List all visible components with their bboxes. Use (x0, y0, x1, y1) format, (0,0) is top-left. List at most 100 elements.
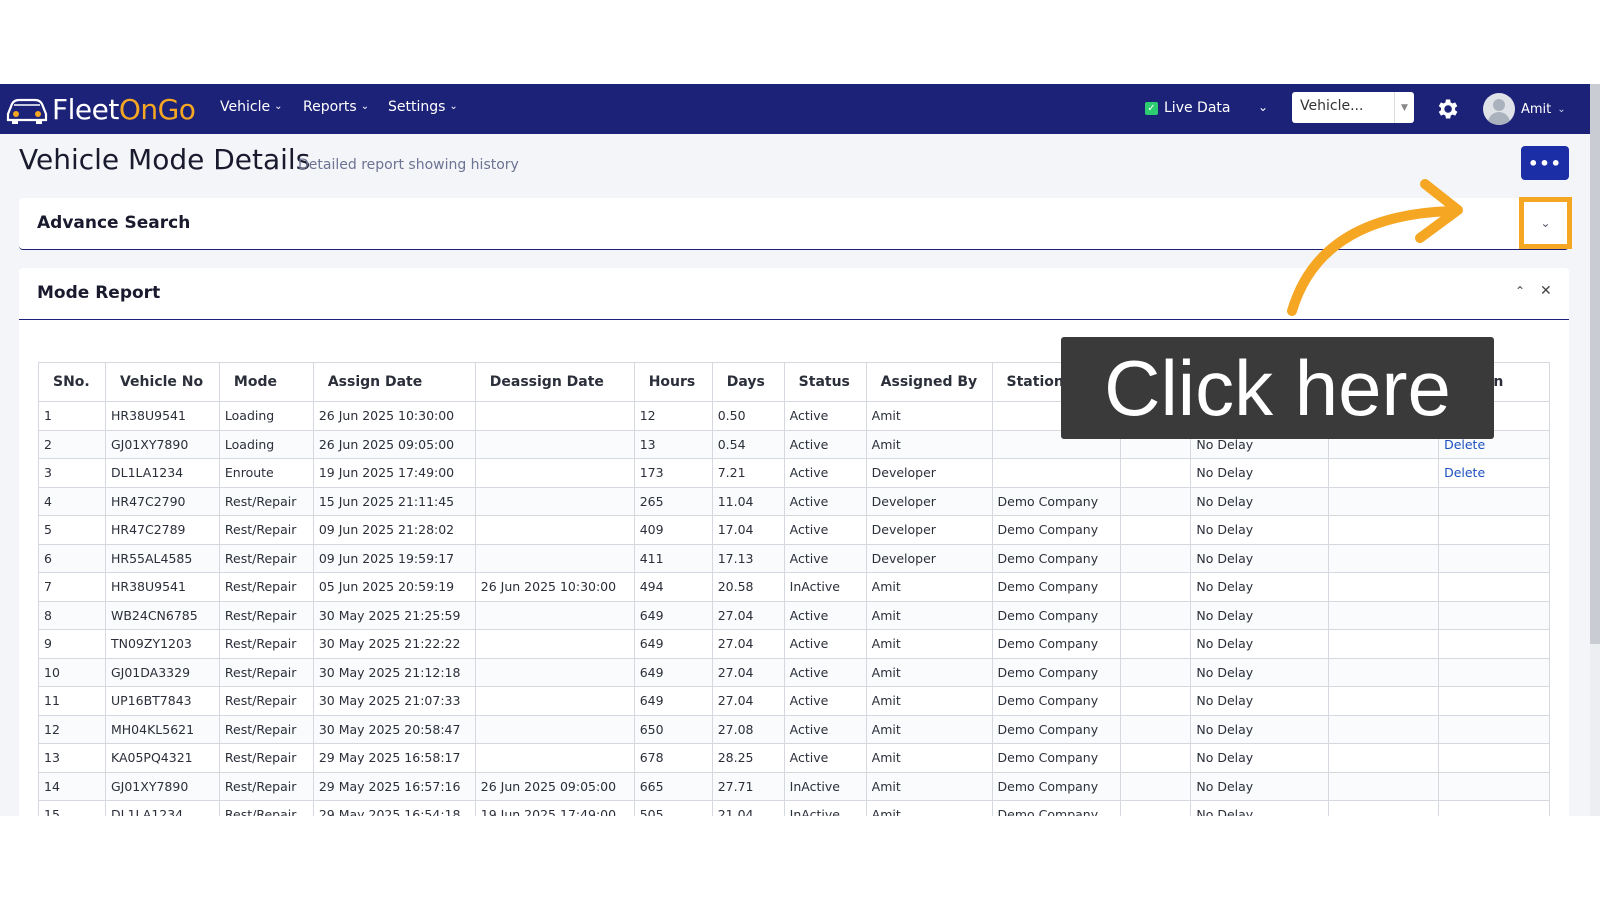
table-cell: No Delay (1190, 800, 1330, 816)
table-cell: 27.04 (711, 629, 785, 659)
dropdown-arrow-icon[interactable]: ▼ (1394, 92, 1414, 123)
column-header[interactable]: Hours (633, 362, 713, 402)
table-cell: Active (783, 657, 867, 687)
column-header[interactable]: Assigned By (865, 362, 993, 402)
table-cell: InActive (783, 800, 867, 816)
table-cell: 650 (633, 714, 713, 744)
live-data-toggle[interactable]: ✓ Live Data (1145, 100, 1230, 116)
table-cell (474, 657, 635, 687)
column-header[interactable]: SNo. (38, 362, 106, 402)
table-cell: DL1LA1234 (104, 800, 220, 816)
table-cell (1438, 486, 1550, 516)
table-cell (1120, 572, 1192, 602)
mode-report-title: Mode Report (37, 283, 161, 303)
table-cell: 12 (633, 401, 713, 431)
table-cell: 30 May 2025 20:58:47 (312, 714, 476, 744)
table-cell: Active (783, 486, 867, 516)
table-cell: Demo Company (991, 600, 1122, 630)
table-cell: HR47C2789 (104, 515, 220, 545)
table-cell: 26 Jun 2025 10:30:00 (474, 572, 635, 602)
table-cell (474, 686, 635, 716)
table-row: 6 HR55AL4585 Rest/Repair 09 Jun 2025 19:59:… (38, 543, 1550, 573)
more-options-button[interactable]: ••• (1521, 146, 1569, 180)
vehicle-select-value: Vehicle... (1300, 98, 1364, 114)
table-cell: Amit (865, 600, 993, 630)
delete-link[interactable]: Delete (1444, 465, 1485, 480)
table-cell: 28.25 (711, 743, 785, 773)
table-cell: 30 May 2025 21:25:59 (312, 600, 476, 630)
table-cell (1328, 486, 1440, 516)
table-cell: 7.21 (711, 458, 785, 488)
table-row: 5 HR47C2789 Rest/Repair 09 Jun 2025 21:28:0… (38, 515, 1550, 545)
table-body: 1 HR38U9541 Loading 26 Jun 2025 10:30:00 12 0… (38, 401, 1550, 816)
table-cell (1438, 515, 1550, 545)
table-cell (474, 458, 635, 488)
app-frame: FleetOnGo Vehicle ⌄ Reports ⌄ Settings ⌄… (0, 84, 1600, 816)
table-cell: 2 (38, 429, 106, 459)
menu-settings[interactable]: Settings ⌄ (388, 99, 458, 115)
table-cell: 12 (38, 714, 106, 744)
table-row: 13 KA05PQ4321 Rest/Repair 29 May 2025 16:58… (38, 743, 1550, 773)
chevron-down-icon: ⌄ (1540, 216, 1551, 230)
table-cell: 13 (38, 743, 106, 773)
table-cell: UP16BT7843 (104, 686, 220, 716)
column-header[interactable]: Assign Date (312, 362, 476, 402)
table-cell (474, 515, 635, 545)
car-icon (6, 98, 48, 124)
table-cell: WB24CN6785 (104, 600, 220, 630)
table-cell: Amit (865, 401, 993, 431)
table-cell (1120, 600, 1192, 630)
table-cell (1120, 714, 1192, 744)
table-row: 3 DL1LA1234 Enroute 19 Jun 2025 17:49:00 173… (38, 458, 1550, 488)
chevron-up-icon[interactable]: ⌃ (1515, 284, 1525, 298)
table-cell: 27.71 (711, 771, 785, 801)
chevron-down-icon[interactable]: ⌄ (1258, 100, 1268, 114)
table-cell (1328, 572, 1440, 602)
table-cell: Demo Company (991, 714, 1122, 744)
vehicle-select[interactable]: Vehicle... ▼ (1292, 92, 1414, 123)
table-row: 10 GJ01DA3329 Rest/Repair 30 May 2025 21:12… (38, 657, 1550, 687)
column-header[interactable]: Status (783, 362, 867, 402)
table-cell: No Delay (1190, 657, 1330, 687)
table-cell: 27.08 (711, 714, 785, 744)
table-cell: 19 Jun 2025 17:49:00 (474, 800, 635, 816)
column-header[interactable]: Days (711, 362, 785, 402)
column-header[interactable]: Vehicle No (104, 362, 220, 402)
advance-search-expand-button[interactable]: ⌄ (1519, 197, 1572, 249)
table-cell: 8 (38, 600, 106, 630)
table-row: 7 HR38U9541 Rest/Repair 05 Jun 2025 20:59:1… (38, 572, 1550, 602)
table-cell: Active (783, 401, 867, 431)
table-cell: Demo Company (991, 800, 1122, 816)
table-cell (1328, 515, 1440, 545)
table-cell (474, 486, 635, 516)
table-cell (474, 629, 635, 659)
close-icon[interactable]: ✕ (1540, 283, 1552, 299)
delete-link[interactable]: Delete (1444, 437, 1485, 452)
table-cell: Active (783, 743, 867, 773)
table-cell (1120, 515, 1192, 545)
gear-icon[interactable] (1434, 96, 1460, 122)
scrollbar[interactable] (1590, 84, 1600, 816)
table-cell: 29 May 2025 16:57:16 (312, 771, 476, 801)
table-cell: 0.50 (711, 401, 785, 431)
user-menu[interactable]: Amit ⌄ (1483, 93, 1566, 125)
scrollbar-thumb[interactable] (1590, 84, 1600, 644)
menu-reports[interactable]: Reports ⌄ (303, 99, 369, 115)
table-cell: 505 (633, 800, 713, 816)
table-cell: Active (783, 686, 867, 716)
brand-logo[interactable]: FleetOnGo (4, 90, 196, 128)
table-cell (1328, 800, 1440, 816)
column-header[interactable]: Deassign Date (474, 362, 635, 402)
menu-vehicle[interactable]: Vehicle ⌄ (220, 99, 282, 115)
table-row: 14 GJ01XY7890 Rest/Repair 29 May 2025 16:57… (38, 771, 1550, 801)
table-cell: 21.04 (711, 800, 785, 816)
table-cell: 4 (38, 486, 106, 516)
column-header[interactable]: Mode (218, 362, 314, 402)
checkbox-checked-icon[interactable]: ✓ (1145, 101, 1158, 115)
table-cell: 17.13 (711, 543, 785, 573)
table-cell: 409 (633, 515, 713, 545)
table-cell: Demo Company (991, 743, 1122, 773)
table-cell (1120, 458, 1192, 488)
table-cell: 649 (633, 600, 713, 630)
table-cell (474, 600, 635, 630)
